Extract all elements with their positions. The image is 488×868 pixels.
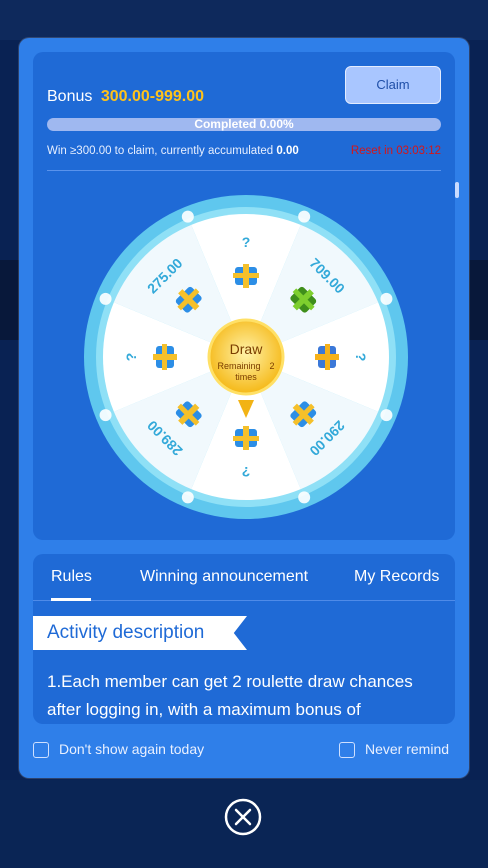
tab-my-records[interactable]: My Records [354, 568, 439, 586]
rim-light [380, 409, 393, 422]
gift-box-icon [153, 344, 177, 370]
bonus-label: Bonus [47, 88, 93, 105]
condition-value: 0.00 [276, 145, 299, 157]
draw-button[interactable] [207, 318, 285, 396]
dont-show-today-label: Don't show again today [59, 741, 205, 757]
roulette-modal: Bonus 300.00-999.00 Claim Completed 0.00… [19, 38, 469, 778]
wheel-segment-label: ? [242, 464, 251, 480]
divider [47, 170, 441, 171]
checkbox-icon[interactable] [339, 742, 355, 759]
scrollbar[interactable] [455, 182, 459, 198]
wheel-segment-label: ? [353, 353, 369, 362]
close-icon[interactable] [224, 798, 262, 836]
dont-show-today-checkbox[interactable]: Don't show again today [33, 741, 205, 759]
checkbox-icon[interactable] [33, 742, 49, 759]
gift-box-icon [233, 264, 259, 288]
never-remind-label: Never remind [365, 741, 450, 757]
rules-text: 1.Each member can get 2 roulette draw ch… [47, 672, 413, 719]
gift-box-icon [233, 426, 259, 450]
condition-label: Win ≥300.00 to claim, currently accumula… [47, 145, 274, 157]
bonus-row: Bonus 300.00-999.00 [47, 88, 204, 106]
rim-light [181, 210, 194, 223]
draw-label: Draw [230, 341, 264, 357]
progress-bar: Completed 0.00% [47, 118, 441, 131]
bonus-amount: 300.00-999.00 [100, 88, 205, 105]
remaining-unit: times [235, 372, 257, 382]
condition-text: Win ≥300.00 to claim, currently accumula… [47, 145, 299, 157]
rim-light [298, 210, 311, 223]
tab-winning-announcement[interactable]: Winning announcement [140, 568, 308, 586]
rim-light [298, 491, 311, 504]
wheel-segment-label: ? [123, 353, 139, 362]
tab-active-indicator [51, 598, 91, 601]
rim-light [380, 292, 393, 305]
coin-bag-icon [315, 344, 339, 370]
tab-rules[interactable]: Rules [51, 568, 92, 586]
rim-light [99, 409, 112, 422]
rim-light [181, 491, 194, 504]
wheel-panel: Bonus 300.00-999.00 Claim Completed 0.00… [33, 52, 459, 540]
rim-light [99, 292, 112, 305]
info-panel: Rules Winning announcement My Records Ac… [33, 554, 455, 724]
activity-heading: Activity description [33, 616, 247, 650]
tab-divider [33, 600, 455, 601]
wheel-segment-label: ? [242, 234, 251, 250]
claim-button[interactable]: Claim [345, 66, 441, 104]
remaining-count: 2 [269, 361, 274, 371]
remaining-label: Remaining [217, 361, 260, 371]
roulette-wheel[interactable]: ? 709.00? 290.00? 289.00? 275.00 Draw Remain… [81, 192, 411, 522]
reset-timer: Reset in 03:03:12 [350, 145, 441, 157]
wheel-svg: ?709.00?290.00?289.00?275.00 Draw Remain… [84, 195, 408, 519]
never-remind-checkbox[interactable]: Never remind [339, 741, 450, 759]
